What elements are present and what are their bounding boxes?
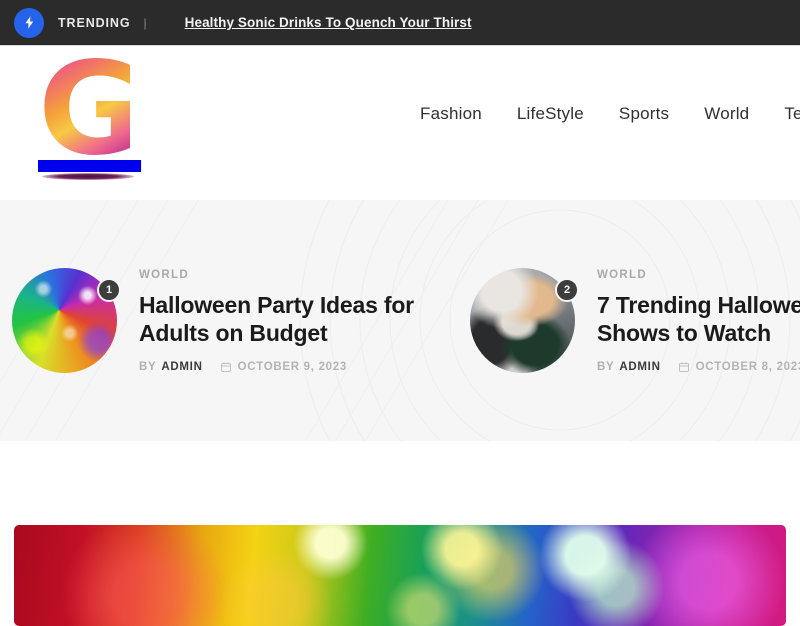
featured-post-card[interactable]: 2 WORLD 7 Trending Halloween Shows to Wa… <box>470 268 800 373</box>
post-title-line-2: Adults on Budget <box>139 319 414 347</box>
category-label[interactable]: WORLD <box>597 269 800 281</box>
featured-thumbnail-wrap: 1 <box>12 268 117 373</box>
featured-post-body: WORLD Halloween Party Ideas for Adults o… <box>139 269 414 373</box>
calendar-icon <box>678 361 690 373</box>
post-date: OCTOBER 9, 2023 <box>238 361 347 373</box>
featured-post-list: 1 WORLD Halloween Party Ideas for Adults… <box>0 200 800 441</box>
post-author[interactable]: ADMIN <box>161 361 202 373</box>
nav-item-lifestyle[interactable]: LifeStyle <box>517 104 584 124</box>
logo-letter: G <box>38 51 130 169</box>
rainbow-bokeh-hero-image[interactable] <box>14 525 786 626</box>
trending-label: TRENDING <box>58 16 130 30</box>
by-label: BY <box>139 361 156 373</box>
nav-item-tech[interactable]: Tech <box>784 104 800 124</box>
post-title[interactable]: Halloween Party Ideas for Adults on Budg… <box>139 291 414 347</box>
trending-headline-link[interactable]: Healthy Sonic Drinks To Quench Your Thir… <box>185 15 472 30</box>
nav-item-world[interactable]: World <box>704 104 749 124</box>
post-title-line-1: 7 Trending Halloween <box>597 291 800 319</box>
featured-post-body: WORLD 7 Trending Halloween Shows to Watc… <box>597 269 800 373</box>
post-author[interactable]: ADMIN <box>619 361 660 373</box>
main-navigation: Fashion LifeStyle Sports World Tech <box>420 104 800 124</box>
calendar-icon <box>220 361 232 373</box>
logo-shadow <box>42 173 134 180</box>
by-label: BY <box>597 361 614 373</box>
post-title-line-1: Halloween Party Ideas for <box>139 291 414 319</box>
page-root: TRENDING | Healthy Sonic Drinks To Quenc… <box>0 0 800 626</box>
nav-item-fashion[interactable]: Fashion <box>420 104 482 124</box>
rank-badge: 2 <box>555 278 579 302</box>
hero-section <box>0 441 800 626</box>
featured-post-card[interactable]: 1 WORLD Halloween Party Ideas for Adults… <box>12 268 470 373</box>
featured-thumbnail-wrap: 2 <box>470 268 575 373</box>
post-meta: BY ADMIN OCTOBER 9, 2023 <box>139 361 414 373</box>
nav-item-sports[interactable]: Sports <box>619 104 669 124</box>
rank-badge: 1 <box>97 278 121 302</box>
site-logo[interactable]: G <box>38 51 130 183</box>
post-date: OCTOBER 8, 2023 <box>696 361 800 373</box>
site-header: G Fashion LifeStyle Sports World Tech <box>0 47 800 200</box>
post-title-line-2: Shows to Watch <box>597 319 800 347</box>
category-label[interactable]: WORLD <box>139 269 414 281</box>
trending-separator: | <box>143 16 146 30</box>
post-title[interactable]: 7 Trending Halloween Shows to Watch <box>597 291 800 347</box>
lightning-bolt-icon <box>14 8 44 38</box>
post-meta: BY ADMIN OCTOBER 8, 2023 <box>597 361 800 373</box>
featured-posts-strip: 1 WORLD Halloween Party Ideas for Adults… <box>0 200 800 441</box>
